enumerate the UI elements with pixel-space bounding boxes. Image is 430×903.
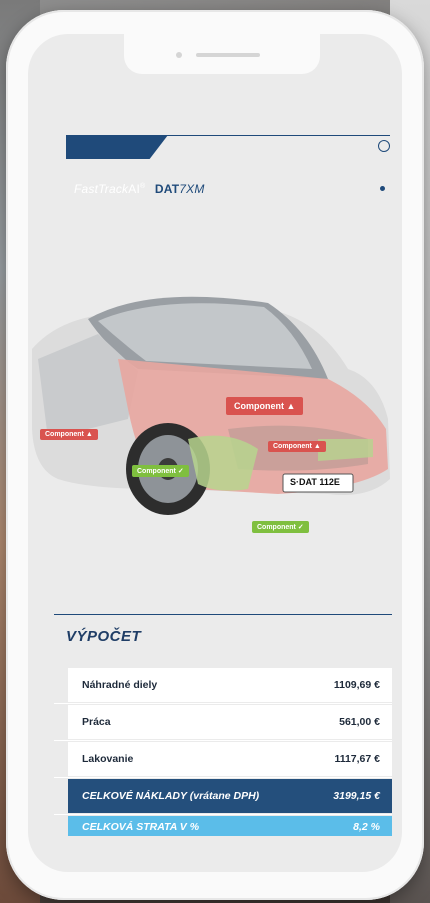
row-separator	[54, 814, 392, 815]
row-value: 1109,69 €	[333, 679, 380, 691]
license-plate: S·DAT 112E	[290, 477, 340, 487]
brand-fasttrack: FastTrack	[74, 182, 129, 196]
row-separator	[54, 740, 392, 741]
row-label: Lakovanie	[82, 753, 134, 765]
status-dot	[380, 186, 385, 191]
component-tag-grille[interactable]: Component ▲	[268, 441, 326, 452]
brand-logo: FastTrackAI® DAT7XM	[74, 182, 205, 196]
speaker-bar	[196, 53, 260, 57]
tag-label: Component	[257, 524, 296, 531]
car-illustration	[32, 296, 390, 515]
phone-screen: FastTrackAI® DAT7XM Component ▲ Componen…	[28, 34, 402, 872]
calculation-title: VÝPOČET	[66, 628, 142, 645]
tag-label: Component	[45, 431, 84, 438]
row-label: Náhradné diely	[82, 679, 158, 691]
brand-dat: DAT	[154, 182, 180, 196]
camera-dot	[176, 52, 182, 58]
total-label: CELKOVÉ NÁKLADY (vrátane DPH)	[82, 790, 260, 802]
component-tag-side[interactable]: Component ▲	[40, 429, 98, 440]
phone-frame: FastTrackAI® DAT7XM Component ▲ Componen…	[6, 10, 424, 900]
brand-ai: AI	[128, 182, 140, 196]
ring-icon	[378, 140, 390, 152]
tag-label: Component	[273, 443, 312, 450]
loss-label: CELKOVÁ STRATA V %	[82, 821, 200, 833]
section-divider	[54, 614, 392, 615]
component-tag-bumper[interactable]: Component ✓	[252, 521, 309, 533]
tag-label: Component	[137, 468, 176, 475]
car-image: Component ▲ Component ▲ Component ▲ Comp…	[28, 289, 402, 533]
row-total-loss: CELKOVÁ STRATA V % 8,2 %	[68, 816, 392, 836]
phone-notch	[124, 34, 320, 74]
row-spare-parts: Náhradné diely 1109,69 €	[68, 668, 392, 702]
row-label: Práca	[82, 716, 111, 728]
component-tag-hood[interactable]: Component ▲	[226, 397, 304, 415]
row-value: 561,00 €	[339, 716, 380, 728]
tag-label: Component	[234, 401, 284, 411]
row-value: 1117,67 €	[334, 753, 380, 765]
row-separator	[54, 777, 392, 778]
header-tab	[66, 135, 168, 159]
row-labor: Práca 561,00 €	[68, 705, 392, 739]
brand-xm: XM	[186, 182, 205, 196]
loss-value: 8,2 %	[353, 821, 380, 833]
component-tag-fender[interactable]: Component ✓	[132, 465, 189, 477]
brand-reg: ®	[140, 183, 146, 190]
row-total-cost: CELKOVÉ NÁKLADY (vrátane DPH) 3199,15 €	[68, 779, 392, 813]
total-value: 3199,15 €	[333, 790, 380, 802]
row-separator	[54, 703, 392, 704]
row-painting: Lakovanie 1117,67 €	[68, 742, 392, 776]
